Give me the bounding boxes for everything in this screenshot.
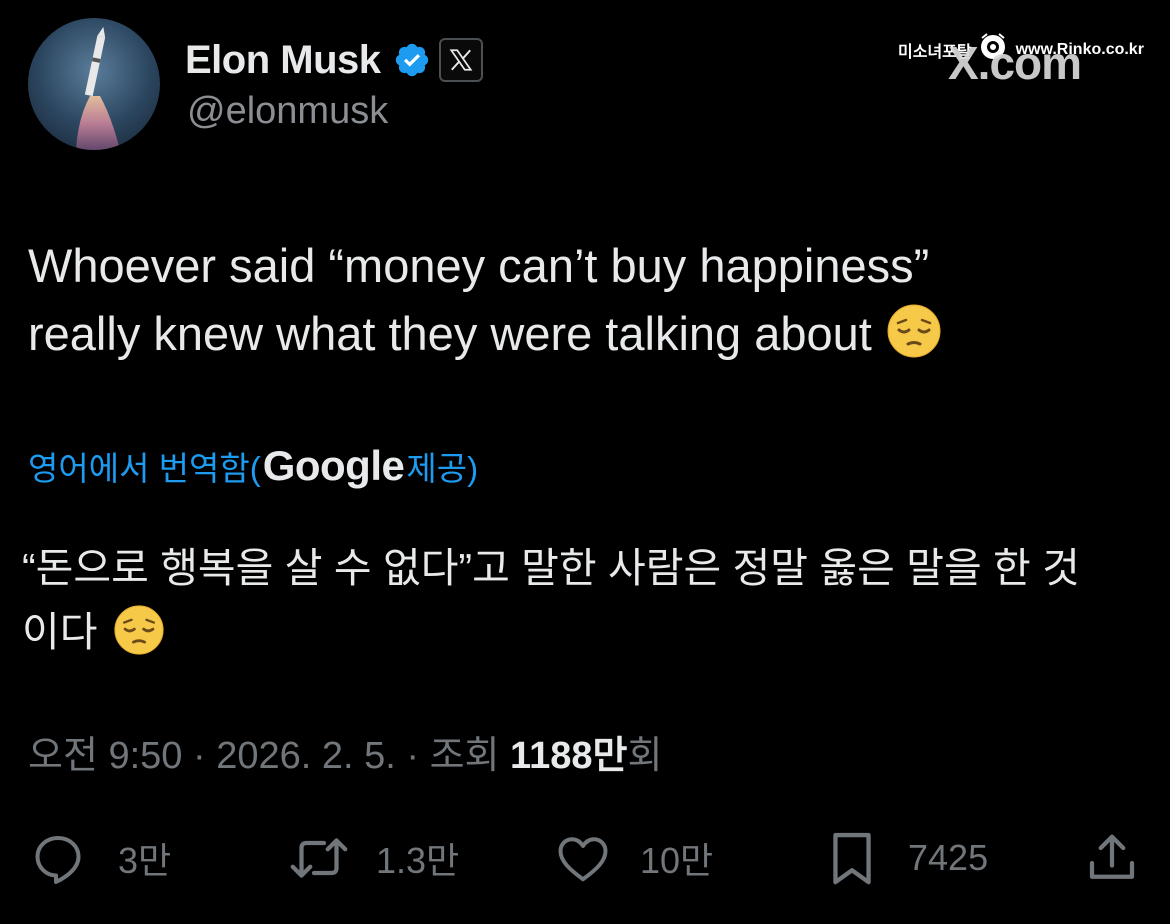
tweet-text-line: Whoever said “money can’t buy happiness”: [28, 239, 930, 292]
translated-text-line-content: 이다: [22, 609, 98, 655]
action-bar: 3만 1.3만 10만 7425: [28, 826, 1142, 890]
repost-icon: [286, 828, 352, 888]
translated-text-line: 이다: [22, 600, 1142, 674]
avatar[interactable]: [28, 18, 160, 150]
verified-badge-icon: [393, 41, 431, 79]
tweet-datetime[interactable]: 오전 9:50 · 2026. 2. 5. · 조회: [28, 724, 510, 779]
reply-button[interactable]: 3만: [28, 826, 171, 890]
watermark-brand: X.com: [948, 37, 1082, 89]
bookmark-icon: [824, 827, 880, 889]
views-count: 1188만: [510, 734, 628, 777]
reply-count: 3만: [118, 840, 172, 881]
pensive-face-icon: [886, 303, 942, 377]
google-logo: Google: [262, 442, 405, 489]
tweet-meta: 오전 9:50 · 2026. 2. 5. · 조회 1188만 회: [28, 724, 662, 778]
bookmark-count: 7425: [908, 837, 989, 878]
tweet-text-line: really knew what they were talking about: [28, 300, 1148, 377]
translated-text-line: “돈으로 행복을 살 수 없다”고 말한 사람은 정말 옳은 말을 한 것: [22, 545, 1080, 591]
translate-suffix: 제공): [406, 450, 479, 487]
translation-attribution[interactable]: 영어에서 번역함( Google 제공): [28, 438, 478, 494]
repost-button[interactable]: 1.3만: [286, 826, 459, 890]
like-button[interactable]: 10만: [552, 826, 713, 890]
heart-icon: [552, 828, 614, 888]
bookmark-button[interactable]: 7425: [824, 826, 988, 890]
pensive-face-icon: [113, 604, 165, 674]
translated-text: “돈으로 행복을 살 수 없다”고 말한 사람은 정말 옳은 말을 한 것 이다: [22, 536, 1142, 674]
reply-icon: [28, 828, 88, 888]
tweet-text: Whoever said “money can’t buy happiness”…: [28, 232, 1148, 377]
x-logo-icon: [438, 38, 483, 82]
author-row: Elon Musk: [185, 34, 483, 86]
translate-prefix: 영어에서 번역함(: [28, 450, 261, 487]
author-name[interactable]: Elon Musk: [185, 38, 381, 83]
share-icon: [1082, 828, 1142, 888]
author-handle[interactable]: @elonmusk: [187, 90, 388, 133]
repost-count: 1.3만: [376, 840, 460, 881]
views-suffix: 회: [627, 734, 663, 777]
like-count: 10만: [640, 840, 714, 881]
tweet-text-line-content: really knew what they were talking about: [28, 307, 872, 360]
rocket-launch-avatar-image: [28, 18, 160, 150]
share-button[interactable]: [1082, 826, 1142, 890]
